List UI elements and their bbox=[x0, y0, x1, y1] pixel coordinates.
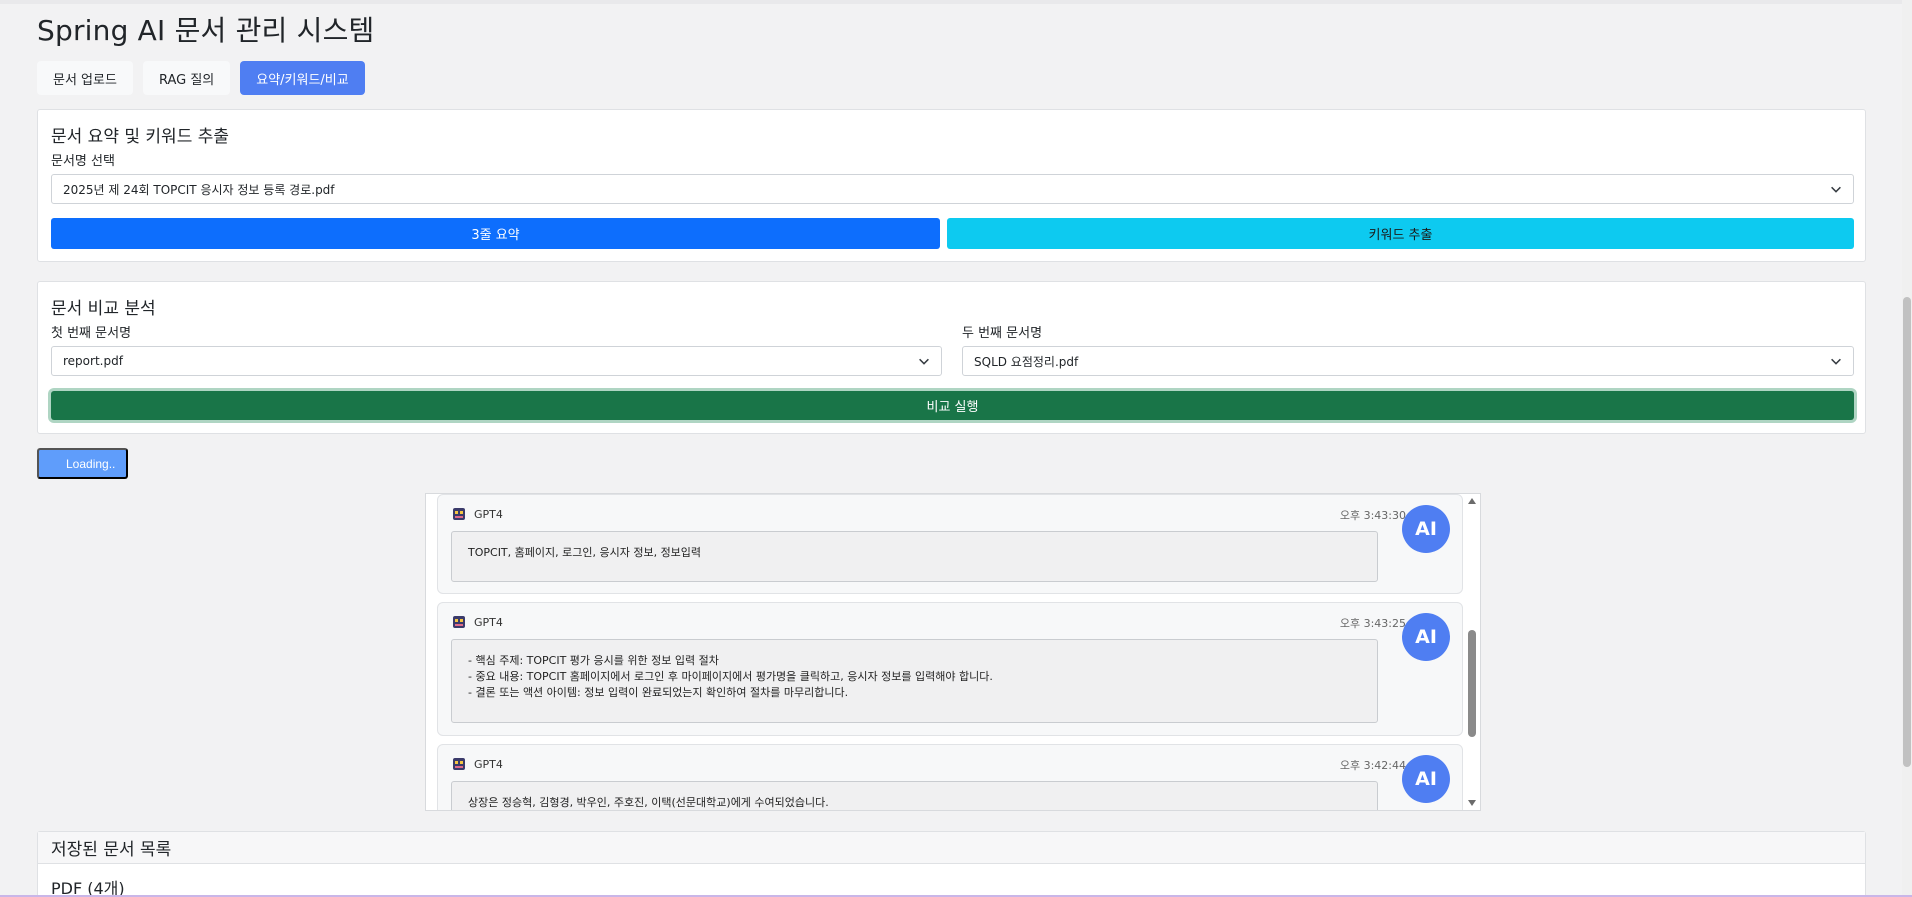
bot-icon bbox=[453, 616, 465, 628]
saved-docs-card: 저장된 문서 목록 PDF (4개) bbox=[37, 831, 1866, 897]
message-sender: GPT4 bbox=[474, 507, 503, 521]
avatar: AI bbox=[1402, 755, 1450, 803]
bot-icon bbox=[453, 508, 465, 520]
page-title: Spring AI 문서 관리 시스템 bbox=[37, 14, 375, 47]
doc-select-value: 2025년 제 24회 TOPCIT 응시자 정보 등록 경로.pdf bbox=[63, 182, 335, 197]
doc-select[interactable]: 2025년 제 24회 TOPCIT 응시자 정보 등록 경로.pdf bbox=[51, 174, 1854, 204]
summary-card: 문서 요약 및 키워드 추출 문서명 선택 2025년 제 24회 TOPCIT… bbox=[37, 109, 1866, 262]
second-doc-value: SQLD 요점정리.pdf bbox=[974, 354, 1079, 369]
chevron-down-icon bbox=[1831, 358, 1841, 365]
saved-docs-subtitle: PDF (4개) bbox=[51, 879, 125, 897]
tab-upload[interactable]: 문서 업로드 bbox=[37, 61, 133, 95]
compare-card-title: 문서 비교 분석 bbox=[51, 299, 156, 319]
message-bubble: 상장은 정승혁, 김형경, 박우인, 주호진, 이택(선문대학교)에게 수여되었… bbox=[451, 781, 1378, 810]
compare-card: 문서 비교 분석 첫 번째 문서명 두 번째 문서명 report.pdf SQ… bbox=[37, 281, 1866, 434]
second-doc-label: 두 번째 문서명 bbox=[962, 326, 1043, 341]
scroll-thumb[interactable] bbox=[1468, 630, 1476, 737]
chat-scrollbar[interactable] bbox=[1464, 494, 1480, 810]
message-line: TOPCIT, 홈페이지, 로그인, 응시자 정보, 정보입력 bbox=[468, 546, 702, 559]
message-header: GPT4 bbox=[452, 615, 503, 629]
first-doc-label: 첫 번째 문서명 bbox=[51, 326, 132, 341]
tab-rag-query[interactable]: RAG 질의 bbox=[142, 61, 231, 95]
message-bubble: - 핵심 주제: TOPCIT 평가 응시를 위한 정보 입력 절차 - 중요 … bbox=[451, 639, 1378, 723]
scroll-up-icon[interactable] bbox=[1468, 498, 1476, 504]
chat-message: GPT4 오후 3:42:44 AI 상장은 정승혁, 김형경, 박우인, 주호… bbox=[437, 744, 1463, 810]
avatar: AI bbox=[1402, 613, 1450, 661]
message-line: 상장은 정승혁, 김형경, 박우인, 주호진, 이택(선문대학교)에게 수여되었… bbox=[468, 796, 829, 809]
keyword-button[interactable]: 키워드 추출 bbox=[947, 218, 1854, 249]
first-doc-value: report.pdf bbox=[63, 354, 123, 368]
chat-message: GPT4 오후 3:43:30 AI TOPCIT, 홈페이지, 로그인, 응시… bbox=[437, 494, 1463, 594]
page-scrollbar[interactable] bbox=[1902, 0, 1912, 897]
message-line: - 핵심 주제: TOPCIT 평가 응시를 위한 정보 입력 절차 bbox=[468, 654, 719, 667]
message-bubble: TOPCIT, 홈페이지, 로그인, 응시자 정보, 정보입력 bbox=[451, 531, 1378, 582]
message-sender: GPT4 bbox=[474, 757, 503, 771]
scroll-down-icon[interactable] bbox=[1468, 800, 1476, 806]
message-time: 오후 3:43:25 bbox=[1339, 617, 1406, 630]
saved-docs-title: 저장된 문서 목록 bbox=[38, 832, 1865, 864]
summary-button[interactable]: 3줄 요약 bbox=[51, 218, 940, 249]
page-scroll-thumb[interactable] bbox=[1903, 297, 1911, 767]
message-header: GPT4 bbox=[452, 757, 503, 771]
message-sender: GPT4 bbox=[474, 615, 503, 629]
doc-select-label: 문서명 선택 bbox=[51, 154, 115, 169]
second-doc-select[interactable]: SQLD 요점정리.pdf bbox=[962, 346, 1854, 376]
top-strip bbox=[0, 0, 1912, 4]
summary-card-title: 문서 요약 및 키워드 추출 bbox=[51, 127, 230, 147]
message-line: - 중요 내용: TOPCIT 홈페이지에서 로그인 후 마이페이지에서 평가명… bbox=[468, 670, 993, 683]
chat-message: GPT4 오후 3:43:25 AI - 핵심 주제: TOPCIT 평가 응시… bbox=[437, 602, 1463, 736]
message-header: GPT4 bbox=[452, 507, 503, 521]
first-doc-select[interactable]: report.pdf bbox=[51, 346, 942, 376]
bot-icon bbox=[453, 758, 465, 770]
tab-bar: 문서 업로드 RAG 질의 요약/키워드/비교 bbox=[37, 61, 365, 95]
loading-button[interactable]: Loading.. bbox=[37, 448, 128, 479]
tab-summary-keyword-compare[interactable]: 요약/키워드/비교 bbox=[240, 61, 365, 95]
chat-panel[interactable]: GPT4 오후 3:43:30 AI TOPCIT, 홈페이지, 로그인, 응시… bbox=[425, 493, 1481, 811]
message-time: 오후 3:42:44 bbox=[1339, 759, 1406, 772]
chevron-down-icon bbox=[1831, 186, 1841, 193]
avatar: AI bbox=[1402, 505, 1450, 553]
message-time: 오후 3:43:30 bbox=[1339, 509, 1406, 522]
compare-run-button[interactable]: 비교 실행 bbox=[51, 391, 1854, 420]
chevron-down-icon bbox=[919, 358, 929, 365]
message-line: - 결론 또는 액션 아이템: 정보 입력이 완료되었는지 확인하여 절차를 마… bbox=[468, 686, 849, 699]
